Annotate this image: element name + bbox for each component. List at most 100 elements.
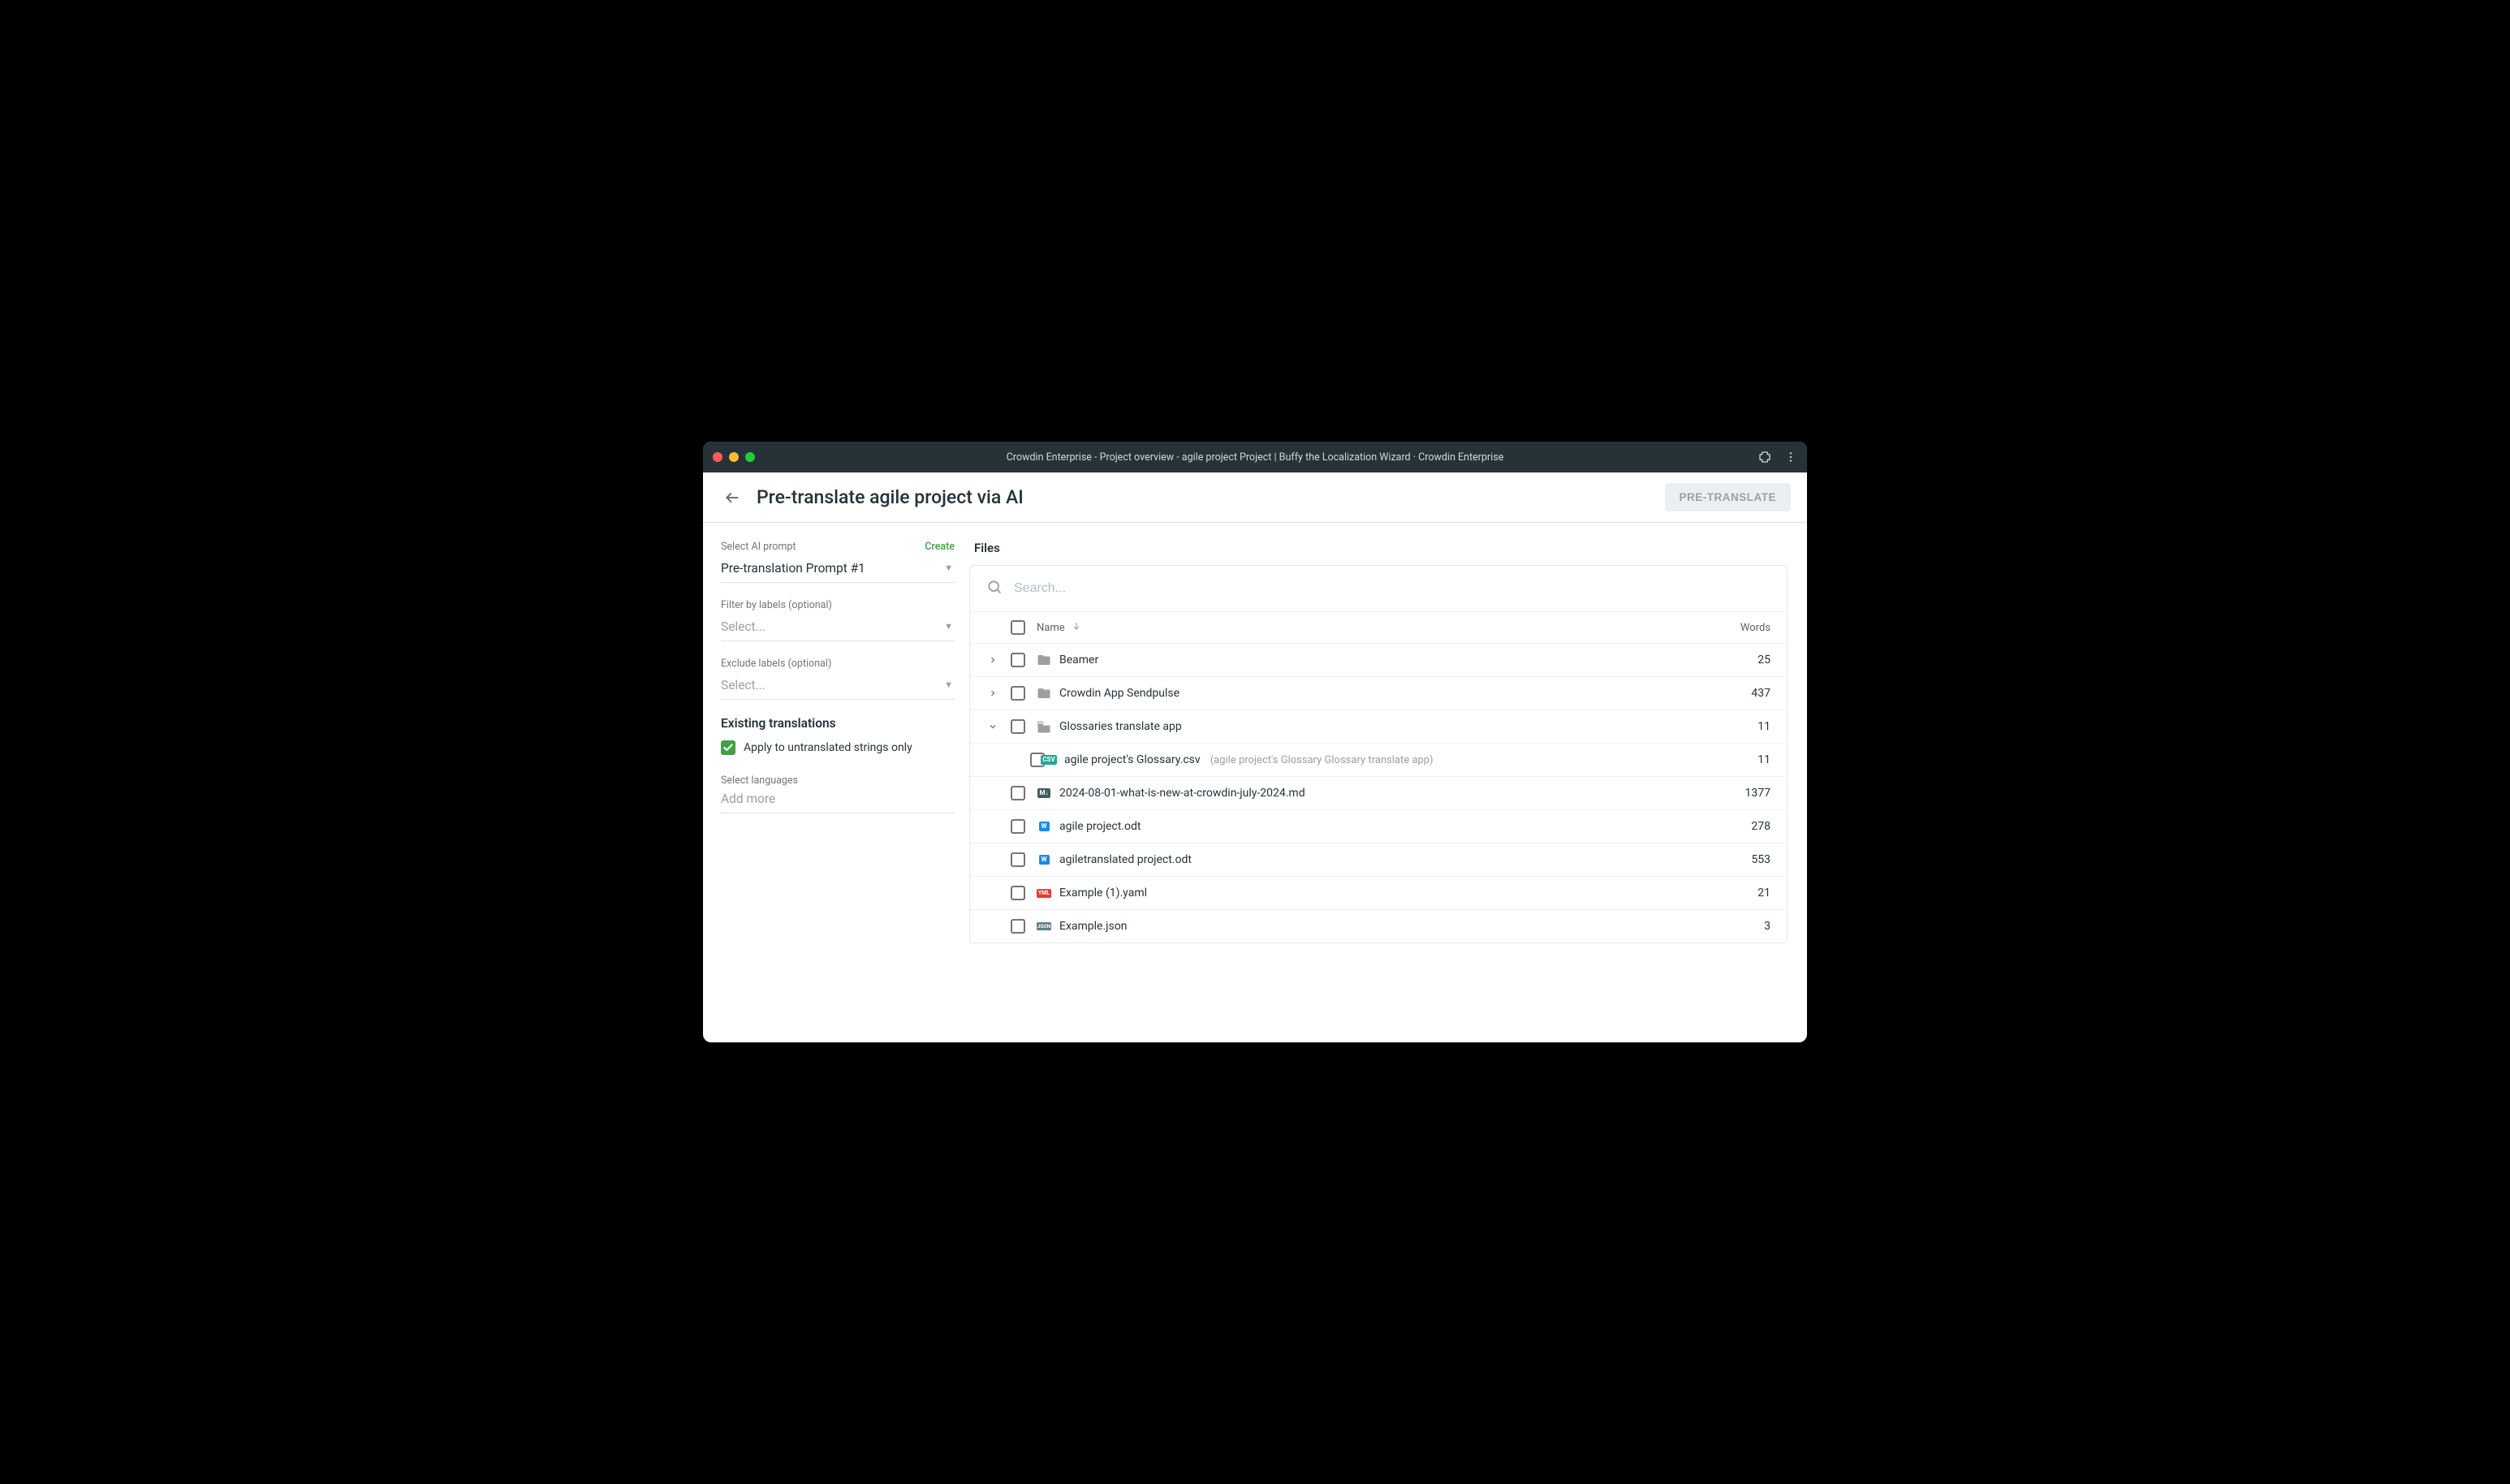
yaml-file-icon: YML [1037, 886, 1051, 900]
file-row[interactable]: Wagile project.odt 278 [970, 810, 1787, 843]
apply-untranslated-row[interactable]: Apply to untranslated strings only [721, 740, 955, 755]
column-words-header: Words [1714, 622, 1770, 634]
expand-toggle[interactable] [986, 655, 999, 665]
doc-file-icon: W [1037, 852, 1051, 867]
file-name-cell: Glossaries translate app [1037, 719, 1702, 734]
window-title: Crowdin Enterprise - Project overview - … [1007, 451, 1504, 464]
file-words: 437 [1714, 687, 1770, 700]
json-file-icon: JSON [1037, 919, 1051, 934]
md-file-icon: M↓ [1037, 786, 1051, 800]
files-panel: Name Words Beamer 25 Crowdin App Sendpulse… [969, 565, 1788, 943]
sort-arrow-down-icon[interactable] [1072, 621, 1081, 634]
apply-untranslated-label: Apply to untranslated strings only [744, 741, 912, 754]
files-section-title: Files [974, 541, 1788, 555]
apply-untranslated-checkbox[interactable] [721, 740, 735, 755]
file-row[interactable]: Beamer 25 [970, 644, 1787, 677]
folder-icon [1037, 653, 1051, 667]
file-row[interactable]: Wagiletranslated project.odt 553 [970, 843, 1787, 877]
file-name-cell: M↓ 2024-08-01-what-is-new-at-crowdin-july… [1037, 786, 1702, 800]
row-checkbox[interactable] [1011, 786, 1025, 800]
file-name-text: 2024-08-01-what-is-new-at-crowdin-july-2… [1059, 787, 1305, 800]
file-name-cell: YML Example (1).yaml [1037, 886, 1702, 900]
pre-translate-button[interactable]: PRE-TRANSLATE [1665, 483, 1792, 511]
files-main: Files Name [963, 523, 1807, 1042]
file-row[interactable]: YML Example (1).yaml 21 [970, 877, 1787, 910]
select-all-checkbox[interactable] [1011, 620, 1025, 635]
exclude-labels-select[interactable]: Select... ▼ [721, 673, 955, 700]
files-table-header: Name Words [970, 611, 1787, 644]
file-words: 278 [1714, 820, 1770, 833]
filter-labels-label: Filter by labels (optional) [721, 599, 955, 611]
settings-sidebar: Select AI prompt Create Pre-translation … [703, 523, 963, 1042]
traffic-lights [713, 452, 755, 462]
row-checkbox[interactable] [1011, 653, 1025, 667]
files-search-row [970, 566, 1787, 611]
file-words: 11 [1714, 720, 1770, 733]
chevron-down-icon: ▼ [944, 621, 953, 632]
back-button[interactable] [719, 485, 745, 511]
file-name-cell: Beamer [1037, 653, 1702, 667]
minimize-window-button[interactable] [729, 452, 739, 462]
prompt-select-value: Pre-translation Prompt #1 [721, 561, 955, 576]
search-icon [986, 579, 1003, 598]
file-name-text: Beamer [1059, 654, 1098, 667]
csv-file-icon: CSV [1042, 753, 1056, 767]
exclude-labels-placeholder: Select... [721, 678, 955, 692]
prompt-label: Select AI prompt [721, 541, 796, 553]
file-words: 3 [1714, 920, 1770, 933]
file-words: 553 [1714, 853, 1770, 866]
chevron-down-icon: ▼ [944, 563, 953, 573]
prompt-label-row: Select AI prompt Create [721, 541, 955, 553]
file-row[interactable]: CSVagile project's Glossary.csv(agile pr… [970, 744, 1787, 777]
filter-labels-select[interactable]: Select... ▼ [721, 615, 955, 641]
languages-input[interactable]: Add more [721, 787, 955, 813]
file-name-text: Crowdin App Sendpulse [1059, 687, 1180, 700]
file-row[interactable]: Glossaries translate app 11 [970, 710, 1787, 744]
file-words: 21 [1714, 887, 1770, 899]
filter-labels-placeholder: Select... [721, 619, 955, 634]
row-checkbox[interactable] [1011, 686, 1025, 701]
file-words: 25 [1714, 654, 1770, 667]
expand-toggle[interactable] [986, 722, 999, 731]
close-window-button[interactable] [713, 452, 722, 462]
folder-open-icon [1037, 719, 1051, 734]
files-search-input[interactable] [1014, 581, 1770, 596]
chevron-down-icon: ▼ [944, 679, 953, 690]
row-checkbox[interactable] [1011, 919, 1025, 934]
page-body: Select AI prompt Create Pre-translation … [703, 523, 1807, 1042]
expand-toggle[interactable] [986, 688, 999, 698]
file-name-cell: Wagiletranslated project.odt [1037, 852, 1702, 867]
doc-file-icon: W [1037, 819, 1051, 834]
file-name-text: Example (1).yaml [1059, 887, 1147, 899]
file-name-text: Example.json [1059, 920, 1127, 933]
prompt-select[interactable]: Pre-translation Prompt #1 ▼ [721, 556, 955, 583]
create-prompt-link[interactable]: Create [925, 541, 955, 553]
maximize-window-button[interactable] [745, 452, 755, 462]
file-row[interactable]: Crowdin App Sendpulse 437 [970, 677, 1787, 710]
row-checkbox[interactable] [1011, 819, 1025, 834]
more-menu-icon[interactable] [1784, 451, 1797, 464]
files-rows: Beamer 25 Crowdin App Sendpulse 437 Glossari… [970, 644, 1787, 943]
file-name-text: agile project.odt [1059, 820, 1141, 833]
folder-icon [1037, 686, 1051, 701]
file-words: 1377 [1714, 787, 1770, 800]
file-name-cell: Crowdin App Sendpulse [1037, 686, 1702, 701]
exclude-labels-label: Exclude labels (optional) [721, 658, 955, 670]
languages-label: Select languages [721, 774, 955, 787]
row-checkbox[interactable] [1011, 719, 1025, 734]
file-name-text: agiletranslated project.odt [1059, 853, 1192, 866]
titlebar: Crowdin Enterprise - Project overview - … [703, 442, 1807, 472]
file-row[interactable]: JSON Example.json 3 [970, 910, 1787, 943]
file-name-text: Glossaries translate app [1059, 720, 1182, 733]
extensions-icon[interactable] [1758, 451, 1771, 464]
file-row[interactable]: M↓ 2024-08-01-what-is-new-at-crowdin-july… [970, 777, 1787, 810]
file-name-cell: JSON Example.json [1037, 919, 1702, 934]
app-window: Crowdin Enterprise - Project overview - … [703, 442, 1807, 1042]
row-checkbox[interactable] [1011, 886, 1025, 900]
existing-translations-header: Existing translations [721, 716, 955, 731]
page-title: Pre-translate agile project via AI [757, 486, 1024, 508]
column-name-header[interactable]: Name [1037, 622, 1065, 634]
row-checkbox[interactable] [1011, 852, 1025, 867]
file-words: 11 [1714, 753, 1770, 766]
file-name-sub: (agile project's Glossary Glossary trans… [1210, 754, 1434, 766]
